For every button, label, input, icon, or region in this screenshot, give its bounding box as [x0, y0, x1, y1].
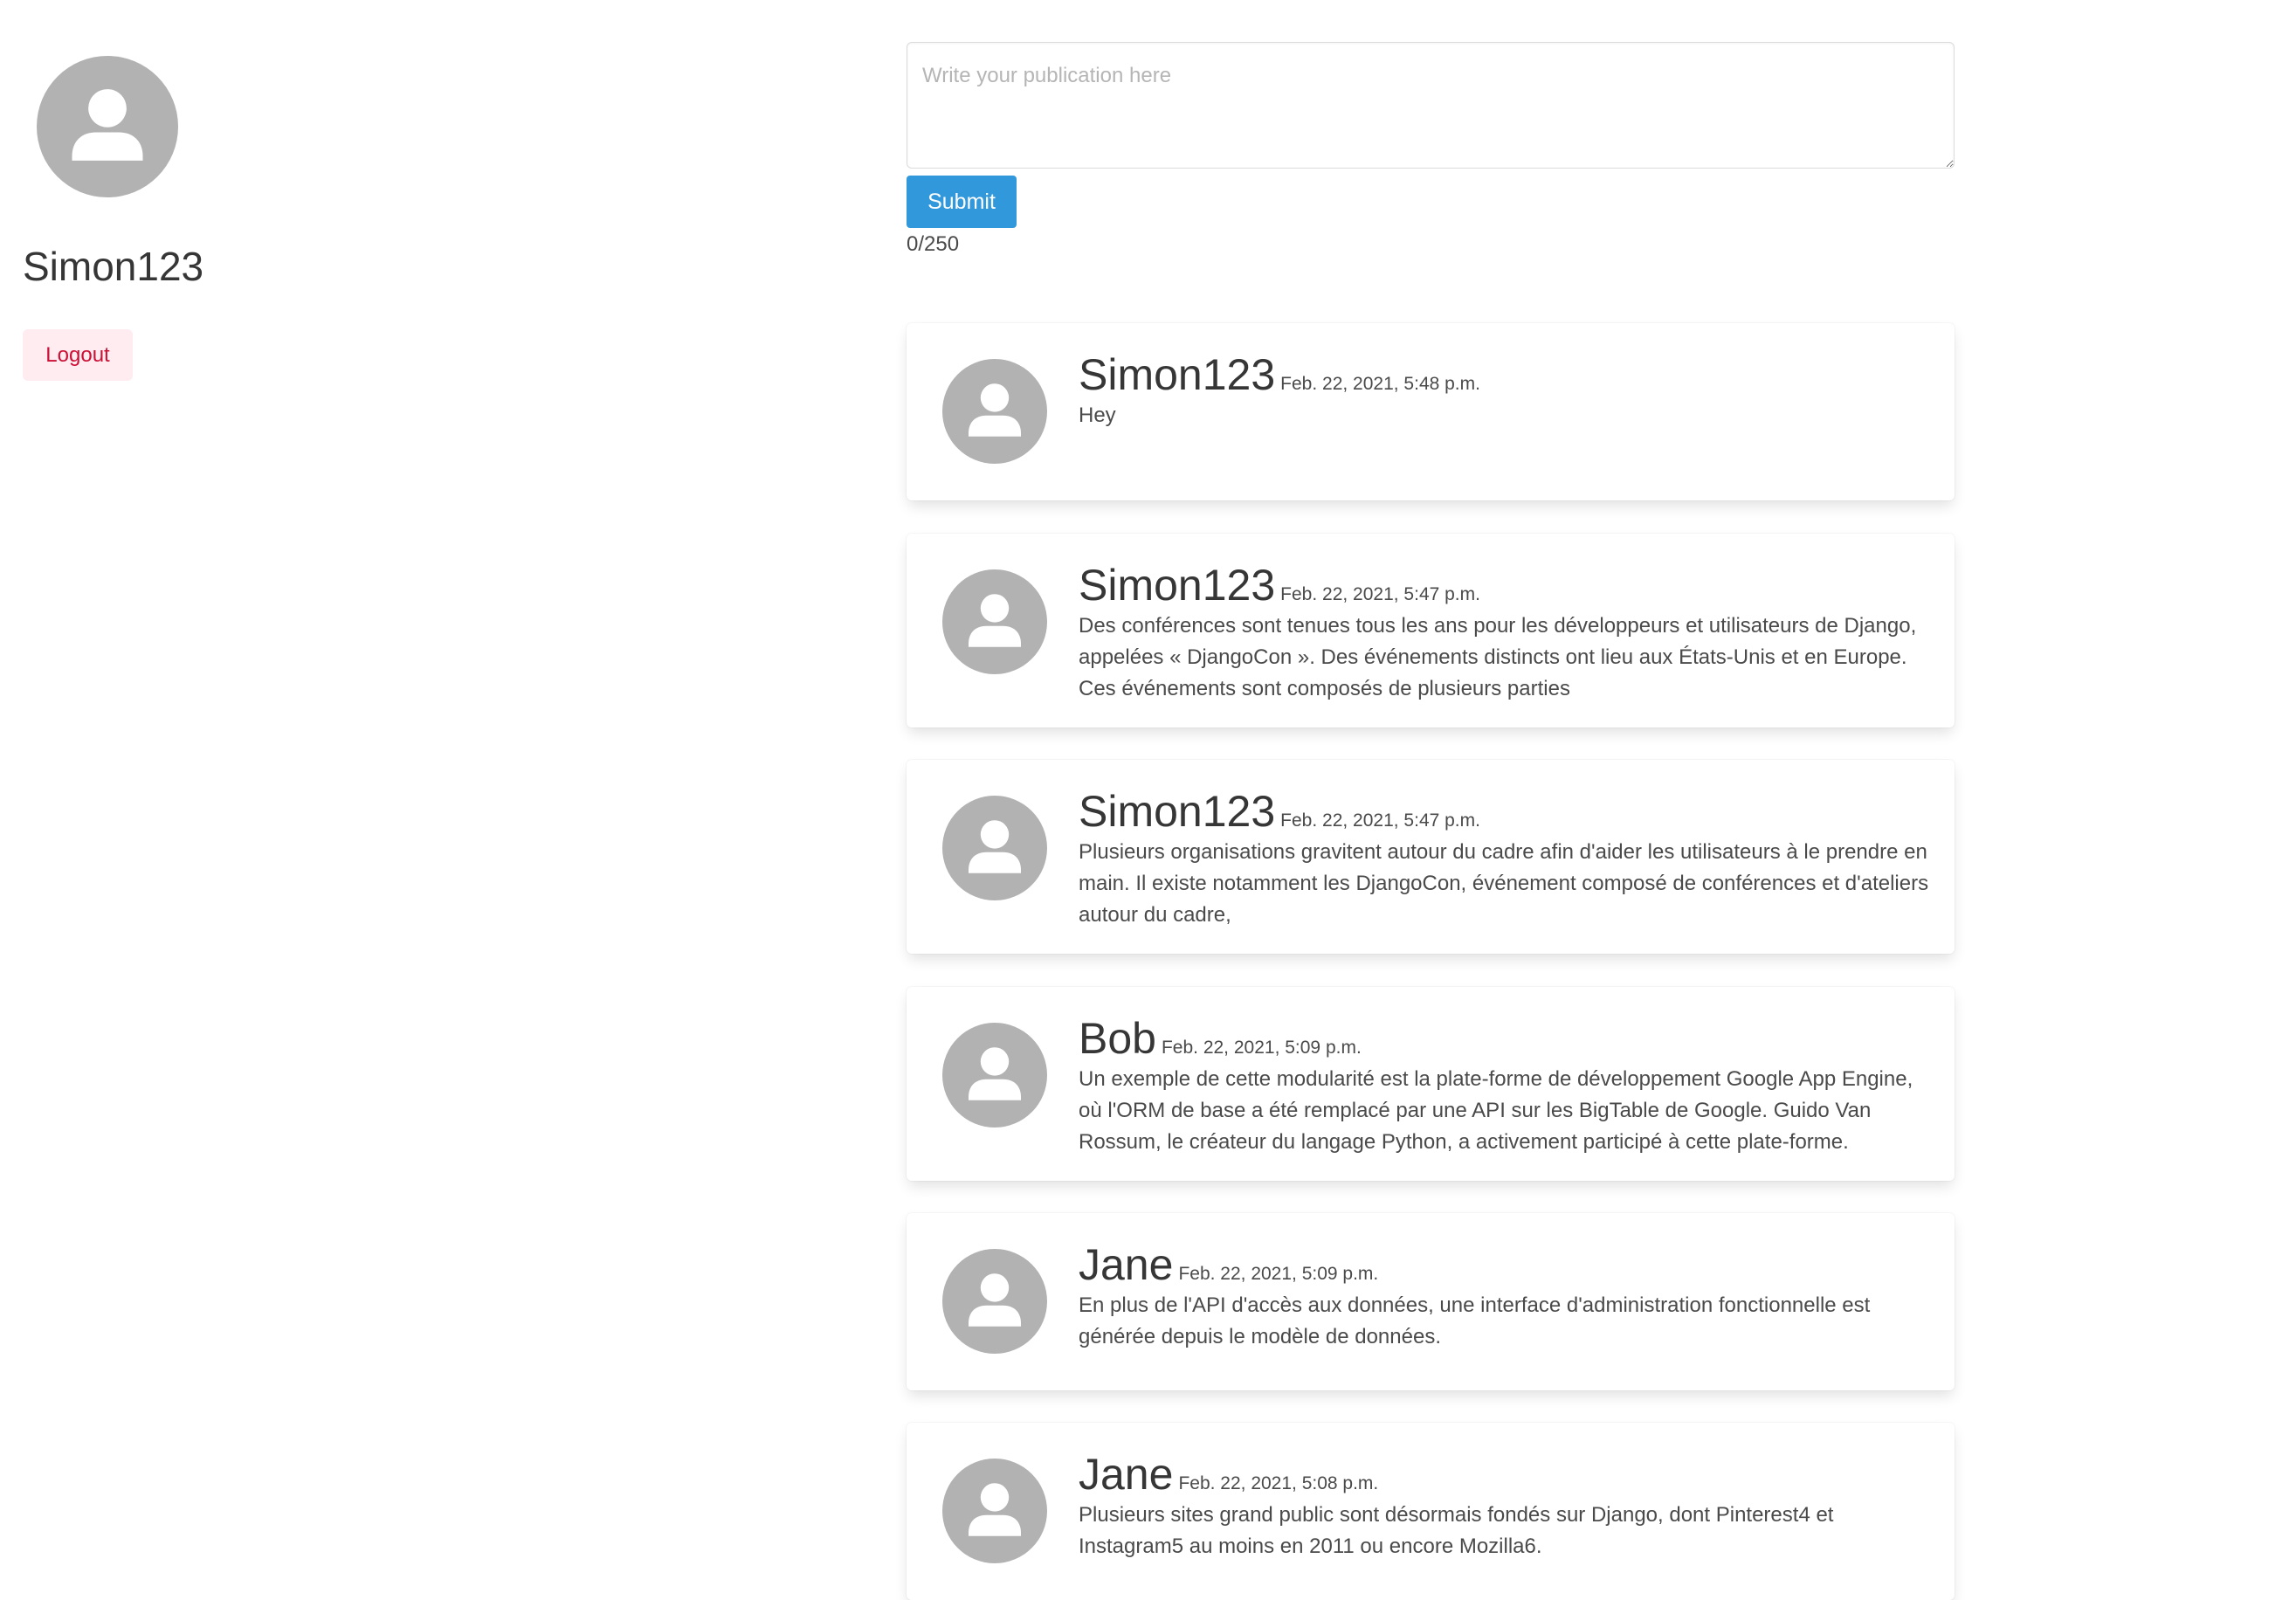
user-avatar-icon — [942, 796, 1047, 900]
user-avatar-icon — [942, 569, 1047, 674]
post-author: Jane — [1079, 1240, 1174, 1289]
profile-username: Simon123 — [23, 244, 204, 289]
post-text: Plusieurs sites grand public sont désorm… — [1079, 1503, 1834, 1558]
submit-button[interactable]: Submit — [907, 176, 1017, 228]
post-author: Simon123 — [1079, 350, 1276, 399]
logout-button[interactable]: Logout — [23, 329, 133, 381]
post-author: Jane — [1079, 1450, 1174, 1499]
post-date: Feb. 22, 2021, 5:47 p.m. — [1280, 584, 1480, 604]
post-text: Un exemple de cette modularité est la pl… — [1079, 1067, 1913, 1154]
post-text: Des conférences sont tenues tous les ans… — [1079, 614, 1917, 700]
post-date: Feb. 22, 2021, 5:08 p.m. — [1178, 1473, 1379, 1493]
post-text: Plusieurs organisations gravitent autour… — [1079, 840, 1929, 927]
user-avatar-icon — [37, 56, 178, 197]
post-date: Feb. 22, 2021, 5:48 p.m. — [1280, 374, 1480, 394]
post-date: Feb. 22, 2021, 5:47 p.m. — [1280, 810, 1480, 831]
post-text: Hey — [1079, 403, 1116, 427]
post-card: Simon123 Feb. 22, 2021, 5:47 p.m. Plusieu… — [907, 760, 1955, 954]
user-avatar-icon — [942, 359, 1047, 464]
user-avatar-icon — [942, 1023, 1047, 1128]
publication-input[interactable] — [907, 42, 1955, 169]
post-author: Simon123 — [1079, 561, 1276, 610]
character-counter: 0/250 — [907, 232, 960, 256]
post-card: Simon123 Feb. 22, 2021, 5:47 p.m. Des con… — [907, 534, 1955, 728]
feed-column: Submit 0/250 Simon123Feb. 22, 2021, 5:48… — [907, 42, 1955, 1600]
post-author: Bob — [1079, 1014, 1156, 1063]
post-card: Simon123 Feb. 22, 2021, 5:48 p.m. Hey — [907, 323, 1955, 500]
post-card: Jane Feb. 22, 2021, 5:09 p.m. En plus de … — [907, 1213, 1955, 1390]
post-card: Bob Feb. 22, 2021, 5:09 p.m. Un exemple d… — [907, 987, 1955, 1181]
post-date: Feb. 22, 2021, 5:09 p.m. — [1161, 1038, 1362, 1058]
post-author: Simon123 — [1079, 787, 1276, 836]
user-avatar-icon — [942, 1249, 1047, 1354]
user-avatar-icon — [942, 1459, 1047, 1563]
post-date: Feb. 22, 2021, 5:09 p.m. — [1178, 1264, 1379, 1284]
post-text: En plus de l'API d'accès aux données, un… — [1079, 1293, 1871, 1348]
post-card: Jane Feb. 22, 2021, 5:08 p.m. Plusieurs s… — [907, 1423, 1955, 1600]
